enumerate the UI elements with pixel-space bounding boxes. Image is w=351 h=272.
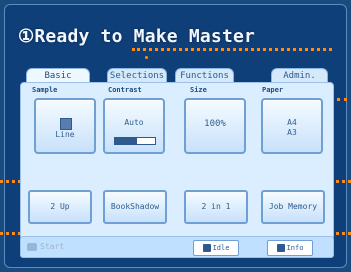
status-title: ①Ready to Make Master: [18, 26, 255, 47]
two-up-button[interactable]: 2 Up: [28, 190, 92, 224]
line-icon: [60, 118, 72, 130]
two-in-one-label: 2 in 1: [201, 202, 231, 211]
info-icon: [276, 244, 285, 252]
idle-label: Idle: [212, 244, 230, 252]
annotation-dot: [145, 56, 148, 59]
tab-selections-label: Selections: [109, 71, 165, 81]
contrast-fill: [115, 138, 137, 144]
size-button[interactable]: 100%: [184, 98, 246, 154]
size-value: 100%: [204, 119, 226, 129]
annotation-top: [132, 48, 332, 51]
start-indicator: Start: [27, 242, 64, 251]
auto-label: Auto: [124, 118, 144, 127]
two-up-label: 2 Up: [50, 202, 70, 211]
contrast-level-bar: [114, 137, 156, 145]
column-label-sample-text: Sample: [32, 86, 58, 94]
tab-functions-label: Functions: [180, 71, 229, 81]
paper-line-1: A4: [287, 118, 297, 127]
ready-title-text: ①Ready to Make Master: [18, 26, 256, 47]
idle-button[interactable]: Idle: [193, 240, 239, 256]
column-label-sample: Sample: [32, 86, 57, 94]
start-label: Start: [40, 242, 65, 251]
paper-line-2: A3: [287, 128, 297, 137]
idle-icon: [202, 244, 211, 252]
start-icon: [27, 242, 37, 251]
sample-line-button[interactable]: Line: [34, 98, 96, 154]
book-shadow-button[interactable]: BookShadow: [103, 190, 167, 224]
column-label-contrast: Contrast: [108, 86, 142, 94]
info-button[interactable]: Info: [267, 240, 313, 256]
line-label: Line: [55, 130, 75, 139]
footer-bar: Start Idle Info: [20, 236, 334, 258]
column-label-paper-text: Paper: [262, 86, 284, 94]
tab-admin-label: Admin.: [283, 71, 316, 81]
contrast-auto-button[interactable]: Auto: [103, 98, 165, 154]
two-in-one-button[interactable]: 2 in 1: [184, 190, 248, 224]
column-label-size: Size: [190, 86, 207, 94]
info-label: Info: [286, 244, 304, 252]
column-label-size-text: Size: [190, 86, 207, 94]
paper-button[interactable]: A4 A3: [261, 98, 323, 154]
book-shadow-label: BookShadow: [110, 202, 160, 211]
column-label-paper: Paper: [262, 86, 283, 94]
job-memory-button[interactable]: Job Memory: [261, 190, 325, 224]
column-label-contrast-text: Contrast: [108, 86, 142, 94]
job-memory-label: Job Memory: [268, 202, 318, 211]
tab-basic-label: Basic: [44, 71, 72, 81]
